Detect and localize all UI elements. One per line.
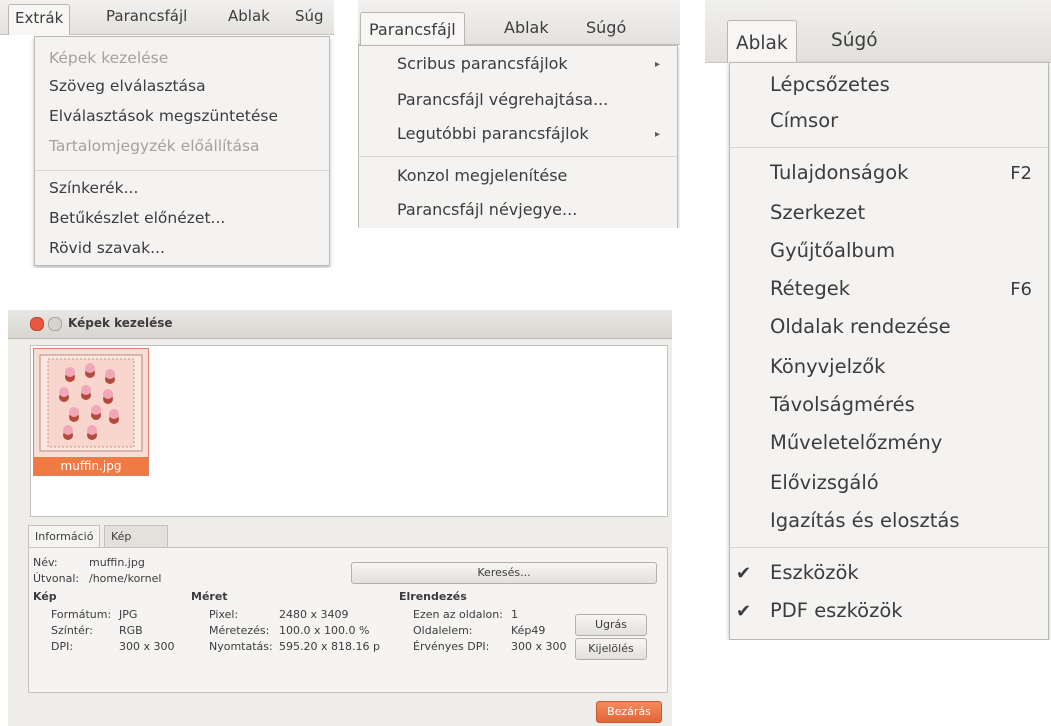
print-label: Nyomtatás: [209, 640, 273, 653]
size-section-heading: Méret [191, 590, 228, 603]
menu-script[interactable]: Parancsfájl [106, 7, 187, 25]
format-value: JPG [119, 608, 138, 621]
menubar: Extrák Parancsfájl Ablak Súg [0, 0, 334, 35]
dpi-label: DPI: [51, 640, 74, 653]
colorspace-label: Színtér: [51, 624, 93, 637]
checkmark-icon: ✔ [736, 601, 752, 622]
close-window-icon[interactable] [30, 317, 44, 331]
on-page-label: Ezen az oldalon: [413, 608, 503, 621]
image-section-heading: Kép [33, 590, 57, 603]
effective-dpi-value: 300 x 300 [511, 640, 567, 653]
extras-menu-panel: Extrák Parancsfájl Ablak Súg Képek kezel… [0, 0, 334, 268]
menu-item-show-console[interactable]: Konzol megjelenítése [397, 166, 567, 185]
submenu-arrow-icon: ▸ [655, 59, 661, 70]
scaling-value: 100.0 x 100.0 % [279, 624, 370, 637]
tab-image-tools[interactable]: Kép eszközök [104, 525, 168, 565]
menu-item-align-distribute[interactable]: Igazítás és elosztás [770, 509, 960, 532]
menu-separator [359, 156, 677, 157]
menu-item-scribus-scripts[interactable]: Scribus parancsfájlok [397, 54, 568, 73]
menu-item-short-words[interactable]: Rövid szavak... [49, 239, 165, 257]
image-manager-dialog: Képek kezelése muffin.jpg Információ Kép… [8, 310, 672, 726]
script-dropdown: Scribus parancsfájlok ▸ Parancsfájl végr… [358, 45, 678, 228]
minimize-window-icon[interactable] [48, 317, 62, 331]
menu-window[interactable]: Ablak [727, 20, 797, 63]
path-label: Útvonal: [33, 572, 80, 585]
menu-separator [35, 170, 329, 171]
dialog-body: muffin.jpg Információ Kép eszközök Név: … [8, 339, 672, 726]
menu-item-cascade[interactable]: Lépcsőzetes [770, 73, 890, 96]
goto-button[interactable]: Ugrás [575, 614, 647, 636]
menu-window[interactable]: Ablak [228, 7, 270, 25]
menu-item-pdf-tools[interactable]: PDF eszközök [770, 599, 903, 622]
select-button[interactable]: Kijelölés [575, 638, 647, 660]
name-value: muffin.jpg [89, 556, 145, 569]
menubar: Ablak Súgó [705, 0, 1051, 63]
menu-script[interactable]: Parancsfájl [360, 12, 465, 45]
checkmark-icon: ✔ [736, 563, 752, 584]
search-button[interactable]: Keresés... [351, 562, 657, 584]
tab-information[interactable]: Információ [28, 525, 101, 548]
menu-item-properties[interactable]: Tulajdonságok [770, 161, 908, 184]
script-menu-panel: Parancsfájl Ablak Súgó Scribus parancsfá… [358, 0, 680, 228]
menu-item-font-preview[interactable]: Betűkészlet előnézet... [49, 209, 225, 227]
menu-item-action-history[interactable]: Műveletelőzmény [770, 431, 942, 454]
extras-dropdown: Képek kezelése Szöveg elválasztása Elvál… [34, 36, 330, 266]
image-thumbnail-list: muffin.jpg [30, 345, 668, 517]
thumbnail-label: muffin.jpg [34, 457, 148, 475]
page-item-value: Kép49 [511, 624, 546, 637]
menu-item-generate-toc: Tartalomjegyzék előállítása [49, 137, 260, 155]
dialog-titlebar: Képek kezelése [8, 310, 672, 339]
page-item-label: Oldalelem: [413, 624, 473, 637]
menu-item-hyphenate-text[interactable]: Szöveg elválasztása [49, 77, 206, 95]
menu-item-preflight-verifier[interactable]: Elővizsgáló [770, 471, 879, 494]
menu-item-arrange-pages[interactable]: Oldalak rendezése [770, 315, 951, 338]
menu-item-tile[interactable]: Címsor [770, 109, 838, 132]
image-thumbnail[interactable]: muffin.jpg [33, 348, 149, 476]
menubar: Parancsfájl Ablak Súgó [358, 0, 680, 45]
menu-item-layers[interactable]: Rétegek [770, 277, 850, 300]
menu-help[interactable]: Súgó [831, 30, 878, 51]
window-menu-panel: Ablak Súgó Lépcsőzetes Címsor Tulajdonsá… [705, 0, 1051, 640]
dialog-title: Képek kezelése [68, 316, 173, 330]
close-button[interactable]: Bezárás [596, 701, 662, 723]
window-dropdown: Lépcsőzetes Címsor Tulajdonságok F2 Szer… [729, 62, 1049, 640]
menu-separator [730, 547, 1048, 548]
menu-separator [730, 147, 1048, 148]
menu-help[interactable]: Súg [295, 7, 324, 25]
shortcut-label: F2 [1010, 163, 1032, 184]
menu-item-about-script[interactable]: Parancsfájl névjegye... [397, 200, 577, 219]
pixel-label: Pixel: [209, 608, 239, 621]
pixel-value: 2480 x 3409 [279, 608, 349, 621]
menu-item-image-manager: Képek kezelése [49, 49, 169, 67]
submenu-arrow-icon: ▸ [655, 129, 661, 140]
format-label: Formátum: [51, 608, 112, 621]
menu-item-execute-script[interactable]: Parancsfájl végrehajtása... [397, 90, 608, 109]
effective-dpi-label: Érvényes DPI: [413, 640, 490, 653]
menu-item-bookmarks[interactable]: Könyvjelzők [770, 355, 885, 378]
menu-item-dehyphenate-text[interactable]: Elválasztások megszüntetése [49, 107, 278, 125]
menu-extras[interactable]: Extrák [8, 4, 71, 35]
colorspace-value: RGB [119, 624, 143, 637]
menu-item-tools[interactable]: Eszközök [770, 561, 859, 584]
shortcut-label: F6 [1010, 279, 1032, 300]
print-value: 595.20 x 818.16 p [279, 640, 380, 653]
layout-section-heading: Elrendezés [399, 590, 467, 603]
dpi-value: 300 x 300 [119, 640, 175, 653]
name-label: Név: [33, 556, 58, 569]
information-pane: Név: muffin.jpg Útvonal: /home/kornel Ke… [28, 547, 668, 693]
menu-help[interactable]: Súgó [586, 18, 626, 37]
scaling-label: Méretezés: [209, 624, 270, 637]
menu-item-scrapbook[interactable]: Gyűjtőalbum [770, 239, 895, 262]
on-page-value: 1 [511, 608, 518, 621]
muffin-image-icon [39, 354, 143, 452]
menu-window[interactable]: Ablak [504, 18, 549, 37]
menu-item-recent-scripts[interactable]: Legutóbbi parancsfájlok [397, 124, 589, 143]
menu-item-measurements[interactable]: Távolságmérés [770, 393, 915, 416]
menu-item-color-wheel[interactable]: Színkerék... [49, 179, 138, 197]
path-value: /home/kornel [89, 572, 162, 585]
menu-item-outline[interactable]: Szerkezet [770, 201, 865, 224]
